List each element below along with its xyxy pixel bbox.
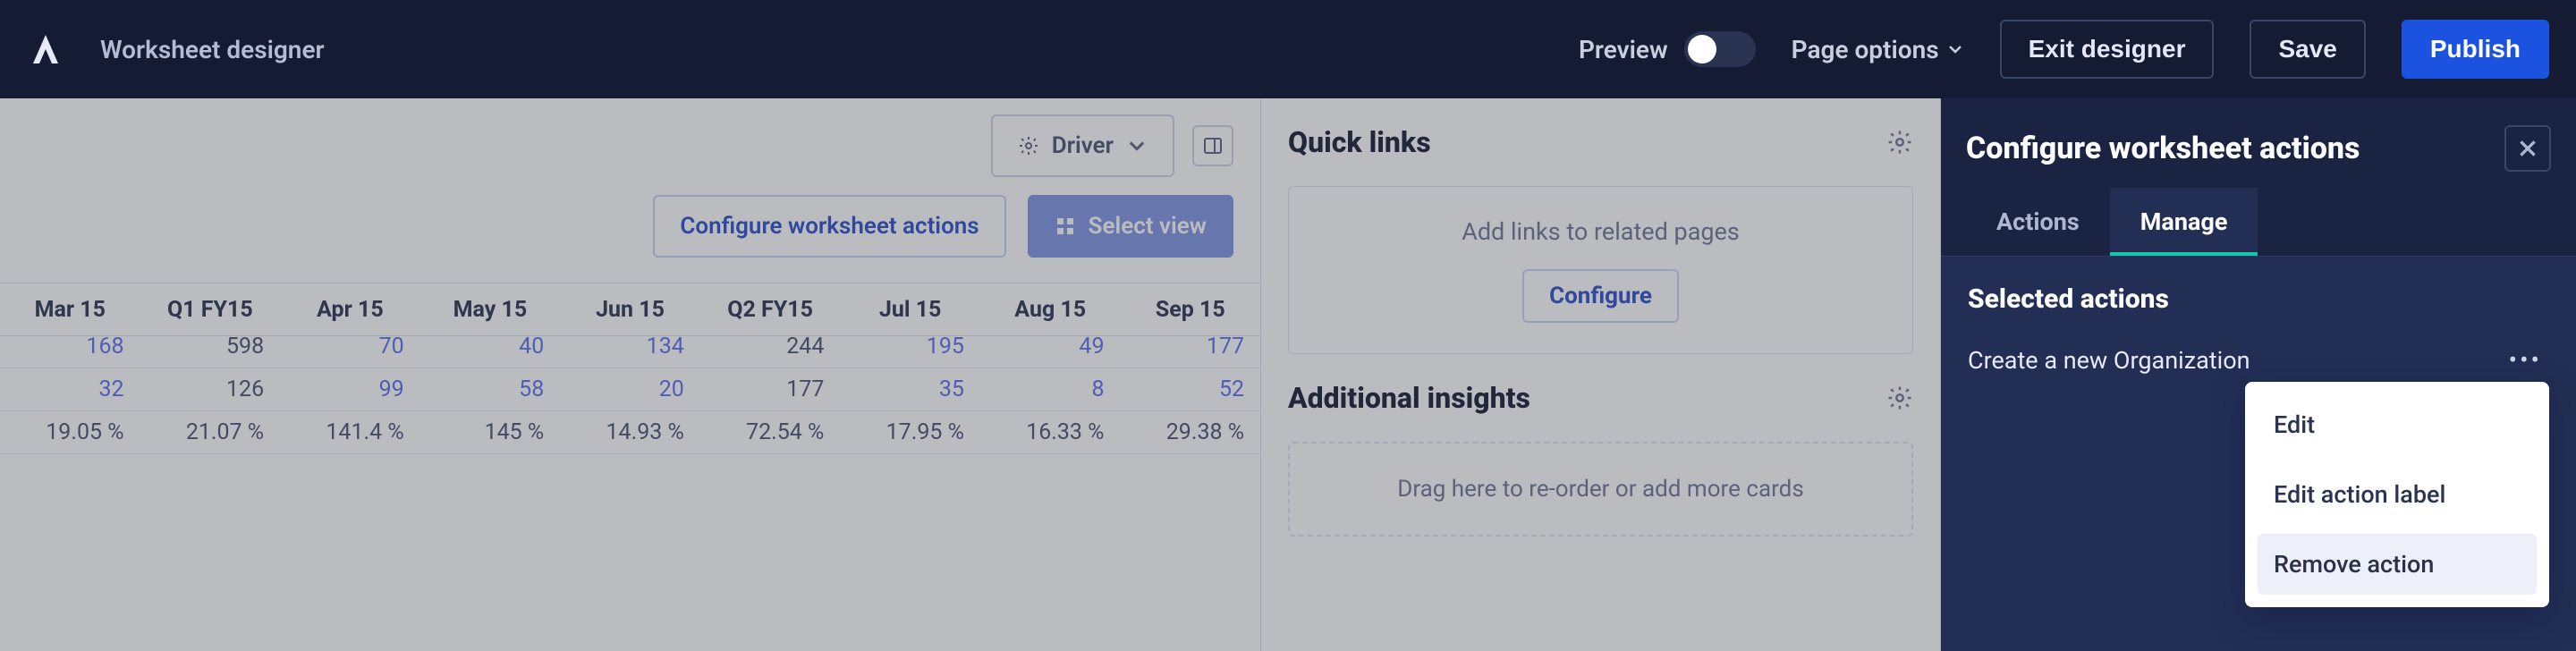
gear-icon[interactable] bbox=[1886, 129, 1913, 156]
worksheet-area: Driver Configure worksheet actions Selec… bbox=[0, 98, 1261, 651]
panel-right-icon bbox=[1202, 135, 1224, 156]
configure-worksheet-actions-button[interactable]: Configure worksheet actions bbox=[653, 195, 1005, 258]
cell: 145 % bbox=[420, 411, 561, 454]
insights-drop-zone[interactable]: Drag here to re-order or add more cards bbox=[1288, 442, 1913, 537]
table-row: 168598704013424419549177 bbox=[0, 326, 1260, 368]
table-row: 3212699582017735852 bbox=[0, 368, 1260, 411]
menu-edit[interactable]: Edit bbox=[2258, 394, 2537, 455]
logo-icon bbox=[27, 30, 64, 68]
grid-header-row: Mar 15Q1 FY15Apr 15May 15Jun 15Q2 FY15Ju… bbox=[0, 283, 1260, 326]
cell[interactable]: 20 bbox=[560, 368, 700, 411]
quick-links-header: Quick links bbox=[1288, 125, 1913, 159]
close-icon bbox=[2516, 137, 2539, 160]
worksheet-actions-row: Configure worksheet actions Select view bbox=[0, 195, 1260, 283]
cell[interactable]: 195 bbox=[840, 326, 980, 368]
worksheet-toolbar: Driver bbox=[0, 114, 1260, 195]
worksheet-grid: Mar 15Q1 FY15Apr 15May 15Jun 15Q2 FY15Ju… bbox=[0, 283, 1260, 454]
quick-links-title: Quick links bbox=[1288, 125, 1431, 159]
main-content: Driver Configure worksheet actions Selec… bbox=[0, 98, 1941, 651]
preview-toggle[interactable] bbox=[1684, 31, 1756, 67]
cell[interactable]: 32 bbox=[0, 368, 140, 411]
selected-action-row: Create a new Organization ••• bbox=[1968, 338, 2549, 382]
tab-actions[interactable]: Actions bbox=[1966, 188, 2110, 256]
cell[interactable]: 35 bbox=[840, 368, 980, 411]
cell[interactable]: 99 bbox=[280, 368, 420, 411]
preview-label: Preview bbox=[1579, 35, 1668, 64]
action-context-menu: Edit Edit action label Remove action bbox=[2245, 382, 2549, 607]
driver-label: Driver bbox=[1052, 132, 1114, 159]
cell: 72.54 % bbox=[700, 411, 841, 454]
close-panel-button[interactable] bbox=[2504, 125, 2551, 172]
panel-title: Configure worksheet actions bbox=[1966, 131, 2360, 166]
panel-toggle-button[interactable] bbox=[1192, 125, 1233, 166]
body: Driver Configure worksheet actions Selec… bbox=[0, 98, 2576, 651]
selected-actions-heading: Selected actions bbox=[1968, 283, 2549, 315]
cell: 126 bbox=[140, 368, 281, 411]
cell: 21.07 % bbox=[140, 411, 281, 454]
cell: 141.4 % bbox=[280, 411, 420, 454]
cell: 16.33 % bbox=[980, 411, 1121, 454]
gear-icon[interactable] bbox=[1886, 385, 1913, 411]
insights-title: Additional insights bbox=[1288, 381, 1530, 415]
select-view-button[interactable]: Select view bbox=[1028, 195, 1233, 258]
cell[interactable]: 8 bbox=[980, 368, 1121, 411]
cell[interactable]: 52 bbox=[1121, 368, 1261, 411]
quick-links-configure-button[interactable]: Configure bbox=[1522, 269, 1679, 323]
exit-designer-button[interactable]: Exit designer bbox=[2000, 20, 2215, 79]
panel-tabs: Actions Manage bbox=[1941, 188, 2576, 256]
cell: 177 bbox=[700, 368, 841, 411]
cell[interactable]: 49 bbox=[980, 326, 1121, 368]
table-row: 19.05 %21.07 %141.4 %145 %14.93 %72.54 %… bbox=[0, 411, 1260, 454]
action-row-menu-button[interactable]: ••• bbox=[2502, 345, 2549, 375]
chevron-down-icon bbox=[1126, 135, 1148, 156]
page-title: Worksheet designer bbox=[100, 35, 325, 64]
driver-dropdown[interactable]: Driver bbox=[991, 114, 1174, 177]
cell[interactable]: 70 bbox=[280, 326, 420, 368]
menu-remove-action[interactable]: Remove action bbox=[2258, 534, 2537, 595]
save-button[interactable]: Save bbox=[2250, 20, 2365, 79]
cell[interactable]: 58 bbox=[420, 368, 561, 411]
quick-links-hint: Add links to related pages bbox=[1462, 217, 1740, 246]
configure-actions-panel: Configure worksheet actions Actions Mana… bbox=[1941, 98, 2576, 651]
cell: 244 bbox=[700, 326, 841, 368]
app-header: Worksheet designer Preview Page options … bbox=[0, 0, 2576, 98]
cell[interactable]: 177 bbox=[1121, 326, 1261, 368]
tab-manage[interactable]: Manage bbox=[2110, 188, 2258, 256]
cell: 29.38 % bbox=[1121, 411, 1261, 454]
panel-body: Selected actions Create a new Organizati… bbox=[1941, 256, 2576, 651]
cell[interactable]: 40 bbox=[420, 326, 561, 368]
selected-action-label: Create a new Organization bbox=[1968, 346, 2250, 375]
menu-edit-action-label[interactable]: Edit action label bbox=[2258, 464, 2537, 525]
publish-button[interactable]: Publish bbox=[2402, 20, 2549, 79]
gear-icon bbox=[1018, 135, 1039, 156]
cell[interactable]: 134 bbox=[560, 326, 700, 368]
cell: 598 bbox=[140, 326, 281, 368]
page-options-label: Page options bbox=[1792, 35, 1939, 64]
cell: 14.93 % bbox=[560, 411, 700, 454]
cell[interactable]: 168 bbox=[0, 326, 140, 368]
page-options-menu[interactable]: Page options bbox=[1792, 35, 1964, 64]
cell: 17.95 % bbox=[840, 411, 980, 454]
preview-toggle-group: Preview bbox=[1579, 31, 1756, 67]
insights-header: Additional insights bbox=[1288, 381, 1913, 415]
side-column: Quick links Add links to related pages C… bbox=[1261, 98, 1941, 651]
quick-links-card: Add links to related pages Configure bbox=[1288, 186, 1913, 354]
chevron-down-icon bbox=[1946, 40, 1964, 58]
cell: 19.05 % bbox=[0, 411, 140, 454]
grid-icon bbox=[1055, 216, 1076, 237]
